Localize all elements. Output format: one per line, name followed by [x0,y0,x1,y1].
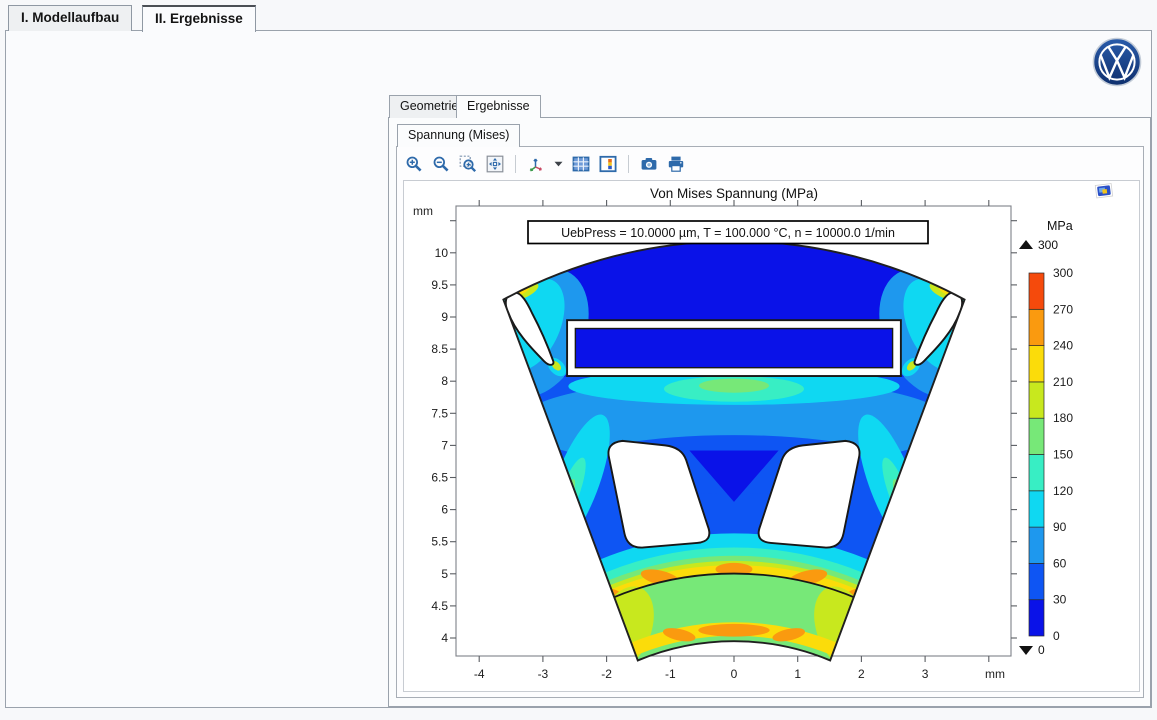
view-axes-dropdown-icon[interactable] [553,154,564,174]
svg-text:4: 4 [441,631,448,645]
zoom-in-icon[interactable] [404,154,424,174]
svg-text:6.5: 6.5 [431,471,448,485]
app-window: I. Modellaufbau II. Ergebnisse i Letzte … [0,0,1157,720]
plot-group-icon[interactable] [1095,184,1112,198]
svg-text:30: 30 [1053,593,1067,607]
svg-text:3: 3 [922,667,929,681]
print-icon[interactable] [666,154,686,174]
svg-text:210: 210 [1053,375,1073,389]
color-legend-icon[interactable] [598,154,618,174]
plot-title: Von Mises Spannung (MPa) [650,186,818,201]
svg-text:180: 180 [1053,411,1073,425]
annotation-text: UebPress = 10.0000 µm, T = 100.000 °C, n… [561,226,895,240]
svg-text:10: 10 [435,246,449,260]
plot-tab-spannung-mises[interactable]: Spannung (Mises) [397,124,520,147]
svg-text:9: 9 [441,310,448,324]
graphics-canvas[interactable]: Von Mises Spannung (MPa) mm -4 -3 -2 -1 0 1 2 3… [403,180,1140,692]
colorbar-under-marker-icon [1019,646,1033,655]
svg-text:-4: -4 [474,667,485,681]
svg-text:-3: -3 [538,667,549,681]
svg-text:0: 0 [731,667,738,681]
svg-text:0: 0 [1053,629,1060,643]
svg-text:60: 60 [1053,556,1067,570]
colorbar-over-label: 300 [1038,238,1058,252]
svg-text:90: 90 [1053,520,1067,534]
tab-modellaufbau[interactable]: I. Modellaufbau [8,5,132,31]
grid-icon[interactable] [571,154,591,174]
toolbar-separator [628,155,629,173]
magnet [575,329,892,368]
svg-text:150: 150 [1053,448,1073,462]
zoom-out-icon[interactable] [431,154,451,174]
colorbar: 0 30 60 90 120 150 180 210 240 270 300 [1029,266,1073,643]
toolbar-separator [515,155,516,173]
svg-text:5: 5 [441,567,448,581]
svg-text:5.5: 5.5 [431,535,448,549]
view-axes-icon[interactable] [526,154,546,174]
colorbar-over-marker-icon [1019,240,1033,249]
svg-text:270: 270 [1053,302,1073,316]
svg-text:1: 1 [794,667,801,681]
svg-text:7: 7 [441,438,448,452]
tab-ergebnisse[interactable]: II. Ergebnisse [142,5,256,32]
svg-text:9.5: 9.5 [431,278,448,292]
colorbar-under-label: 0 [1038,643,1045,657]
snapshot-icon[interactable] [639,154,659,174]
svg-text:-2: -2 [601,667,612,681]
svg-text:8.5: 8.5 [431,342,448,356]
svg-text:-1: -1 [665,667,676,681]
svg-text:7.5: 7.5 [431,406,448,420]
graphics-toolbar [404,151,686,177]
vw-logo [1092,37,1142,87]
x-axis-unit-label: mm [985,667,1005,681]
svg-text:120: 120 [1053,484,1073,498]
svg-text:240: 240 [1053,339,1073,353]
colorbar-unit-label: MPa [1047,219,1073,233]
svg-text:6: 6 [441,503,448,517]
svg-text:2: 2 [858,667,865,681]
svg-text:300: 300 [1053,266,1073,280]
y-axis-unit-label: mm [413,204,433,218]
svg-text:4.5: 4.5 [431,599,448,613]
svg-text:8: 8 [441,374,448,388]
viewer-tab-ergebnisse[interactable]: Ergebnisse [456,95,541,118]
zoom-extents-icon[interactable] [485,154,505,174]
zoom-box-icon[interactable] [458,154,478,174]
